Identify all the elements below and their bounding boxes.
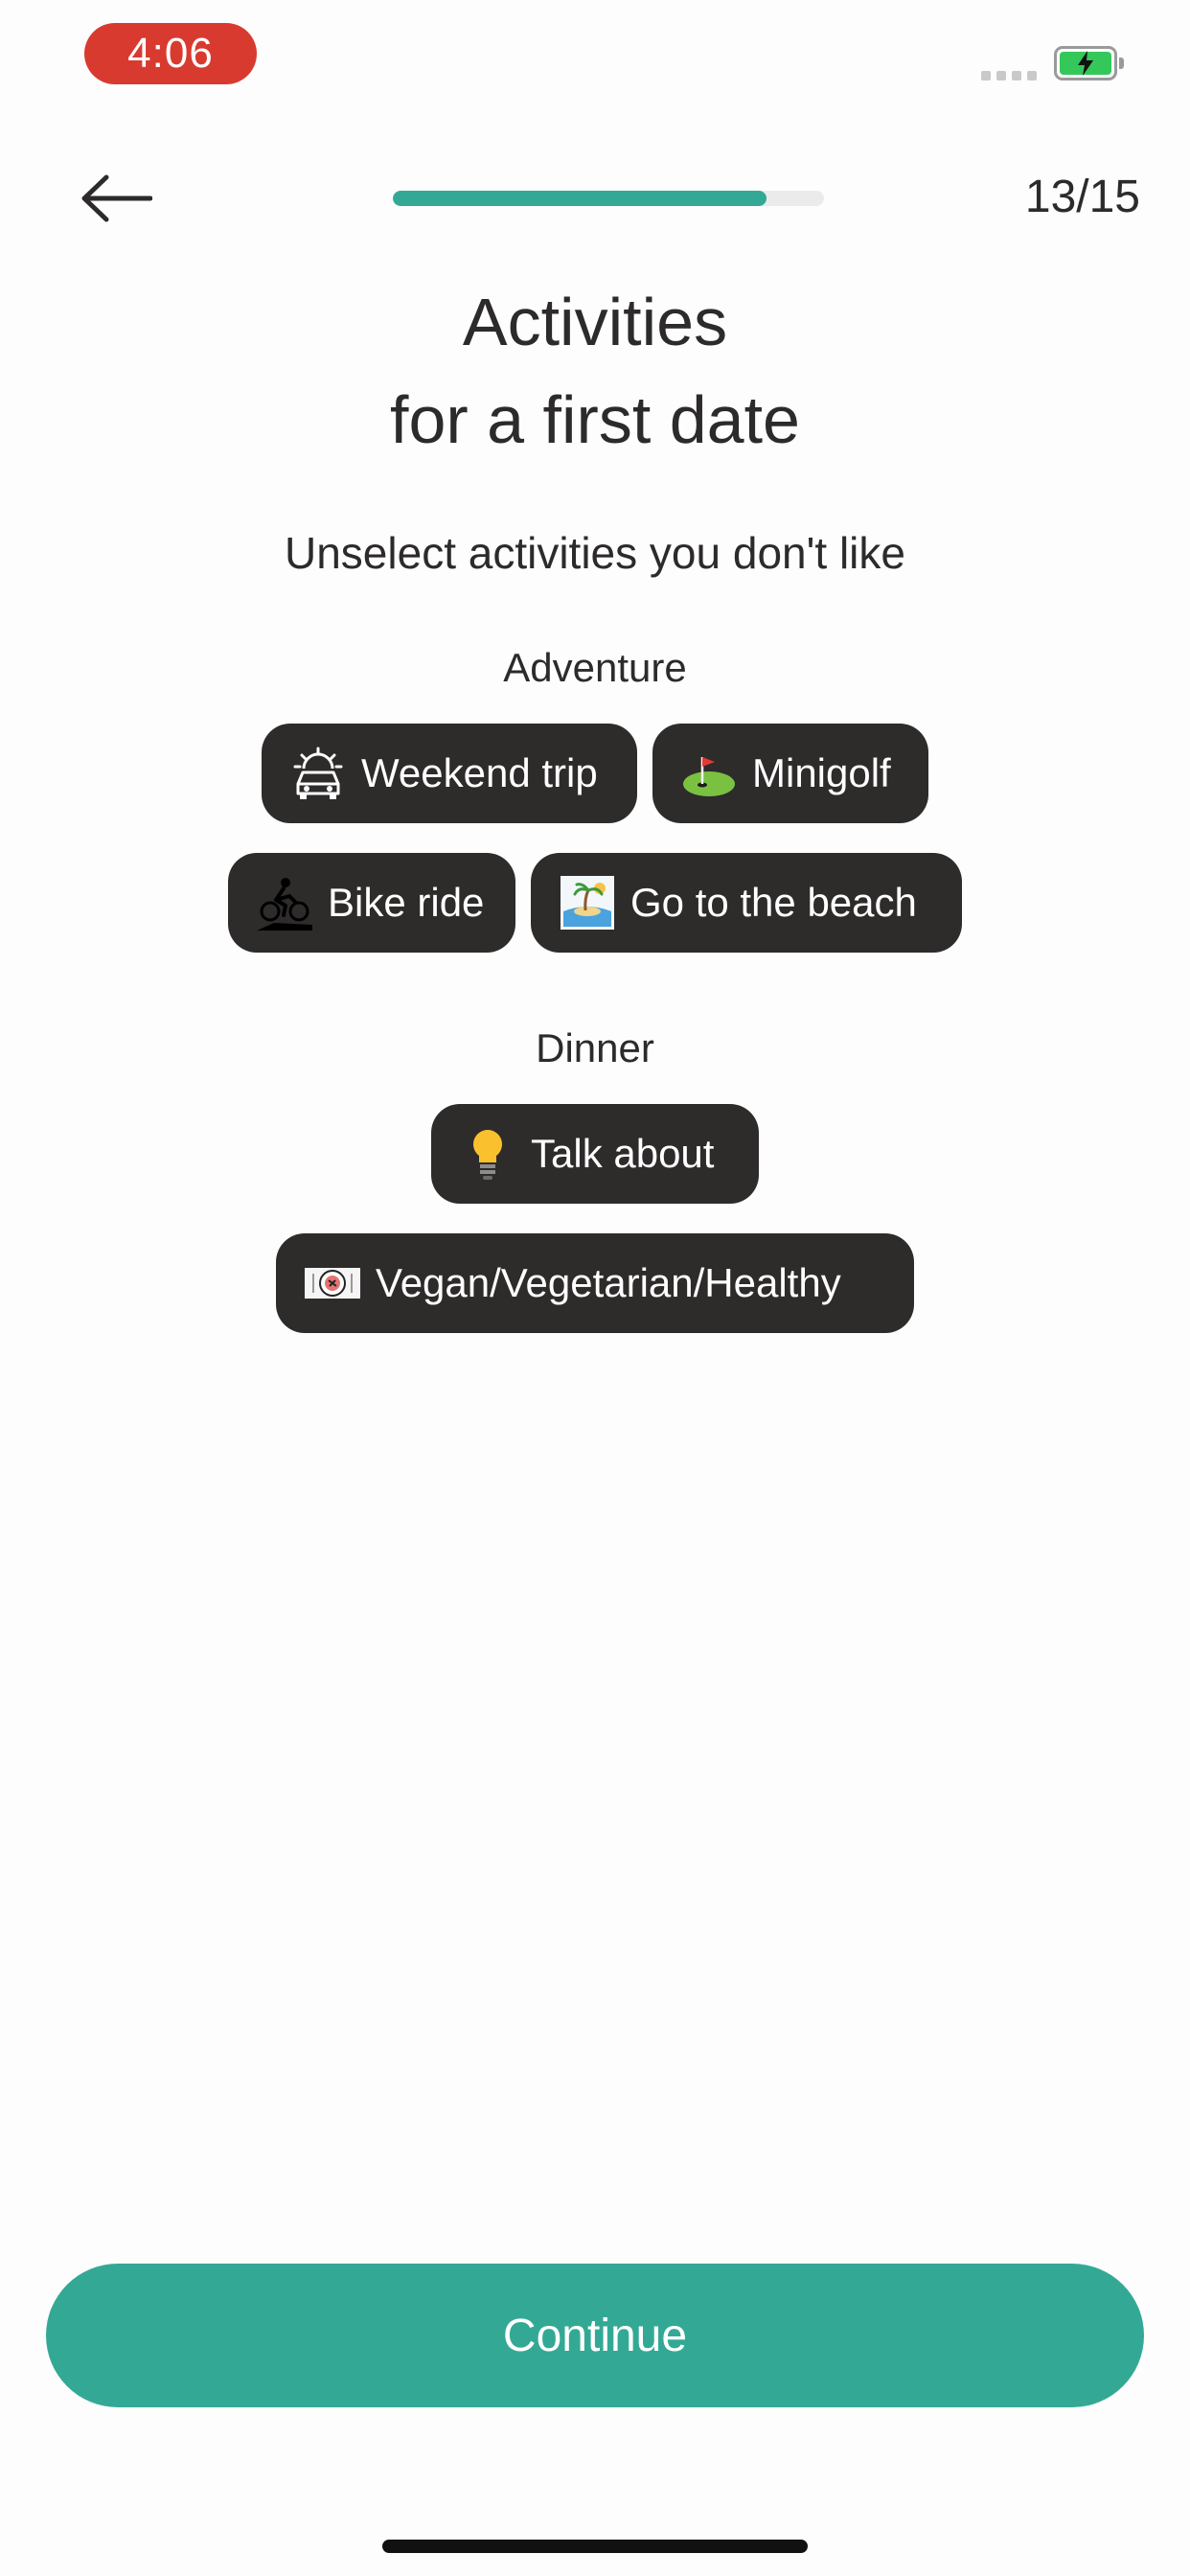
progress-fill (393, 191, 767, 206)
chip-label: Weekend trip (361, 750, 598, 795)
chip-row-adventure-2: Bike ride Go to the beach (0, 853, 1190, 953)
chip-label: Minigolf (752, 750, 891, 795)
light-bulb-icon (460, 1126, 515, 1182)
cyclist-icon (257, 875, 312, 931)
car-sunrise-icon (290, 746, 346, 801)
step-counter: 13/15 (1024, 172, 1140, 222)
arrow-left-icon (81, 174, 152, 222)
chip-go-to-the-beach[interactable]: Go to the beach (531, 853, 962, 953)
progress-bar (393, 191, 824, 206)
chip-row-dinner-1: Talk about (0, 1104, 1190, 1204)
signal-icon (981, 71, 1037, 80)
status-time: 4:06 (84, 23, 257, 84)
chip-vegan-vegetarian-healthy[interactable]: Vegan/Vegetarian/Healthy (276, 1233, 914, 1333)
battery-cap (1119, 58, 1124, 69)
golf-green-icon (681, 746, 737, 801)
page-subtitle: Unselect activities you don't like (285, 528, 905, 578)
chip-weekend-trip[interactable]: Weekend trip (262, 724, 637, 823)
beach-island-icon (560, 875, 615, 931)
home-indicator[interactable] (382, 2540, 808, 2553)
chip-row-dinner-2: Vegan/Vegetarian/Healthy (0, 1233, 1190, 1333)
chip-minigolf[interactable]: Minigolf (652, 724, 928, 823)
battery-icon (1054, 46, 1117, 80)
section-label-dinner: Dinner (536, 1025, 654, 1070)
title-line-2: for a first date (390, 382, 800, 457)
chip-bike-ride[interactable]: Bike ride (228, 853, 515, 953)
section-label-adventure: Adventure (503, 645, 687, 690)
title-line-1: Activities (462, 285, 728, 359)
continue-button[interactable]: Continue (46, 2264, 1144, 2407)
chip-label: Talk about (531, 1131, 715, 1176)
page-title: Activities for a first date (0, 273, 1190, 469)
back-button[interactable] (73, 165, 159, 232)
chip-label: Go to the beach (630, 880, 917, 925)
chip-label: Vegan/Vegetarian/Healthy (376, 1260, 841, 1305)
chip-talk-about[interactable]: Talk about (431, 1104, 759, 1204)
salad-plate-icon (305, 1255, 360, 1311)
chip-row-adventure-1: Weekend trip Minigolf (0, 724, 1190, 823)
chip-label: Bike ride (328, 880, 485, 925)
